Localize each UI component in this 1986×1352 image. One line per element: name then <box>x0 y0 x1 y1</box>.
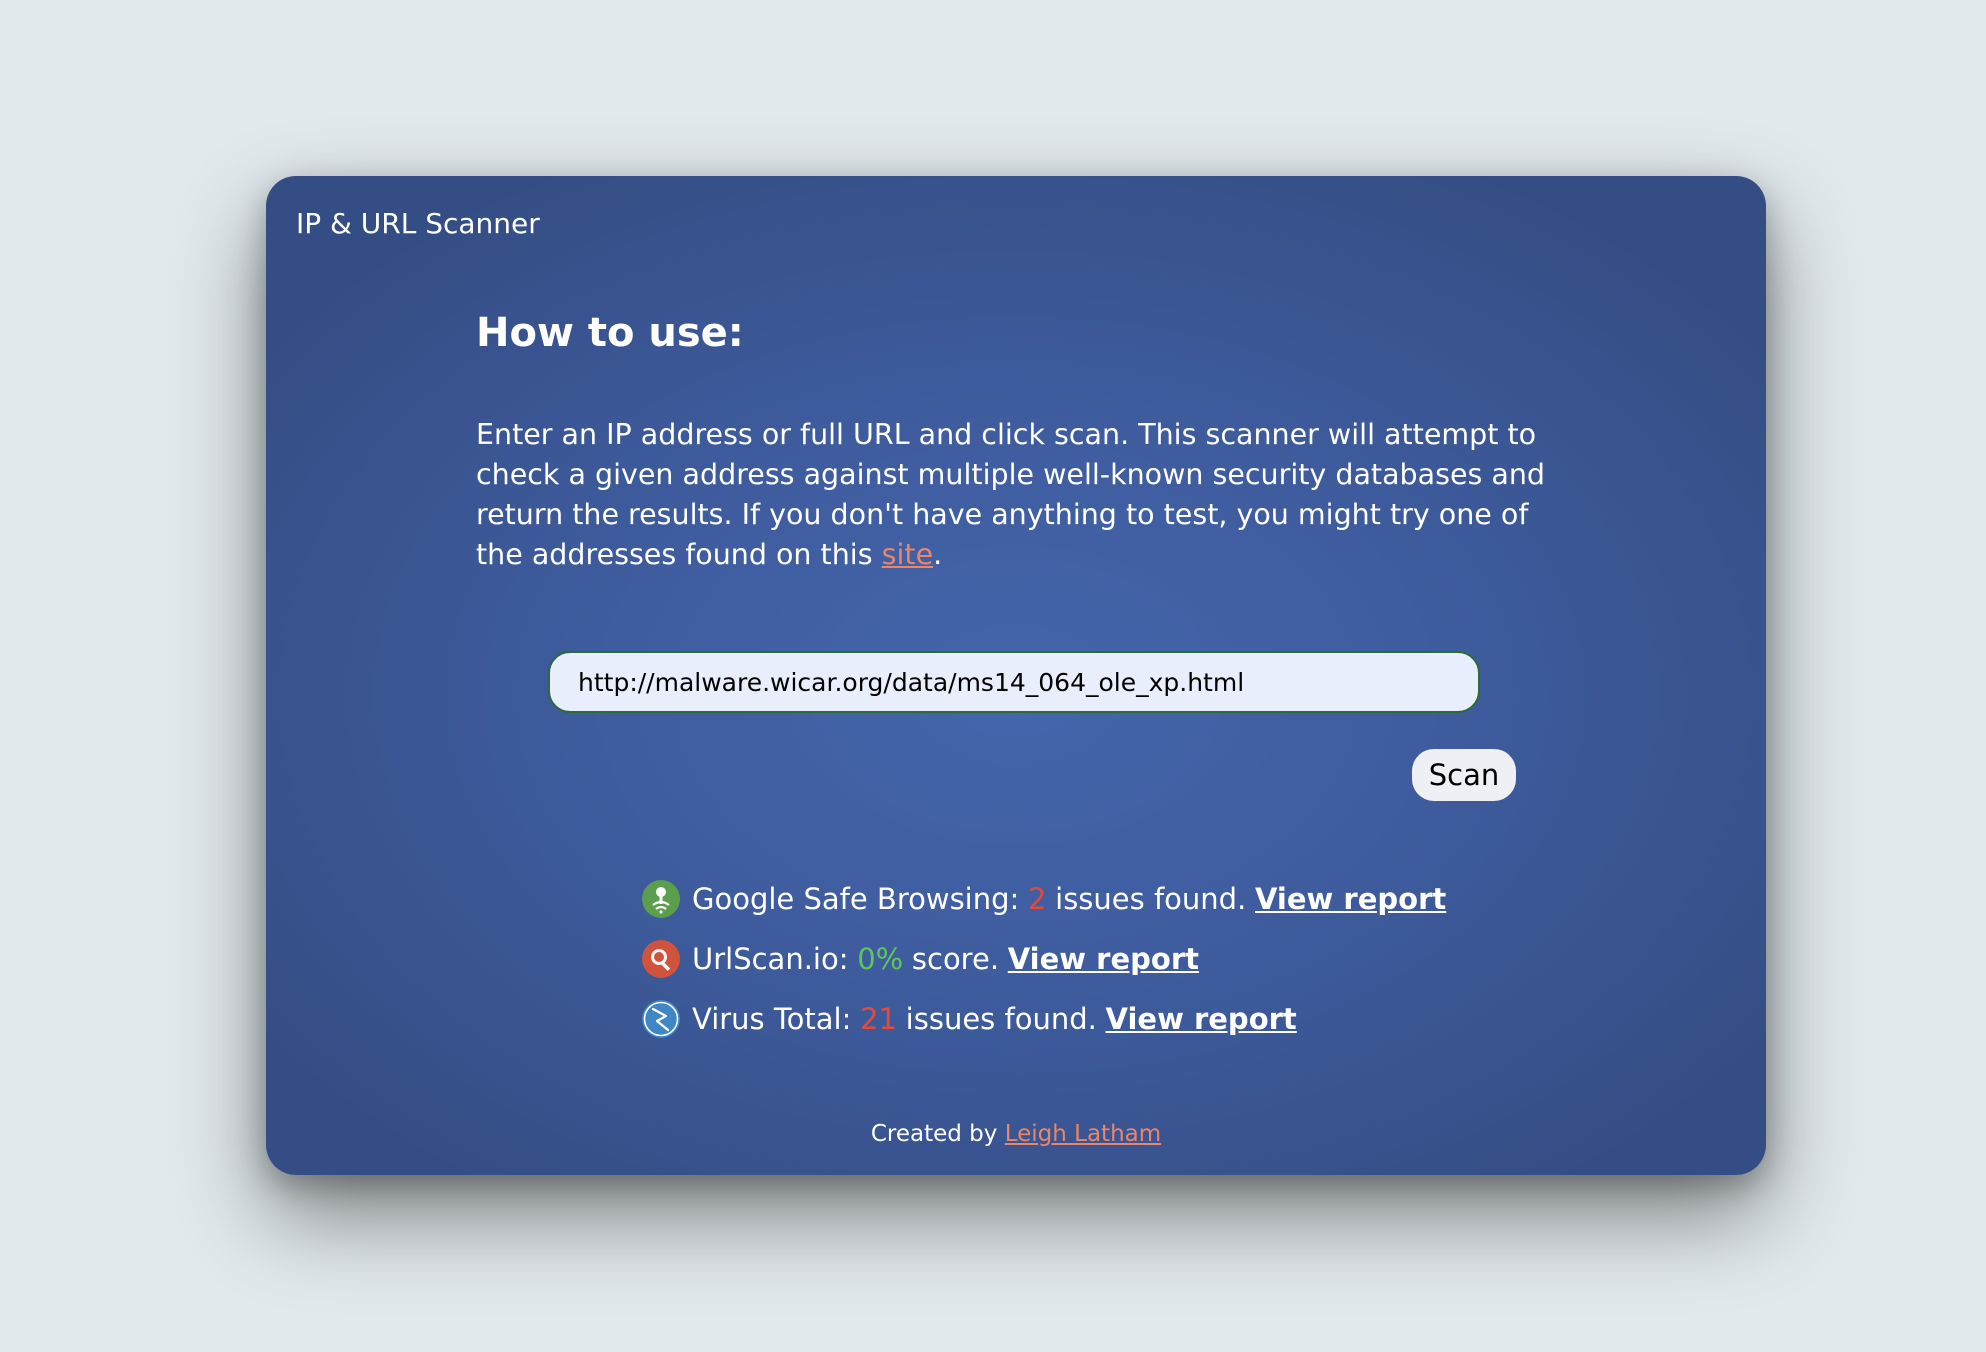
how-to-use-text: Enter an IP address or full URL and clic… <box>476 415 1566 575</box>
result-service-label: Google Safe Browsing: <box>692 882 1020 916</box>
result-issue-count: 2 <box>1028 882 1047 916</box>
how-to-use-text-body: Enter an IP address or full URL and clic… <box>476 418 1546 571</box>
site-link[interactable]: site <box>882 538 933 571</box>
how-to-use-heading: How to use: <box>476 310 744 356</box>
result-service-label: UrlScan.io: <box>692 942 849 976</box>
view-report-link-virustotal[interactable]: View report <box>1106 1002 1297 1036</box>
footer-prefix: Created by <box>870 1121 1005 1147</box>
result-service-label: Virus Total: <box>692 1002 852 1036</box>
google-safe-browsing-icon <box>641 879 681 919</box>
footer: Created by Leigh Latham <box>266 1119 1766 1149</box>
view-report-link-google[interactable]: View report <box>1255 882 1446 916</box>
url-input[interactable] <box>548 651 1480 713</box>
scanner-card: IP & URL Scanner How to use: Enter an IP… <box>266 176 1766 1175</box>
result-suffix: score. <box>911 942 1000 976</box>
result-score: 0% <box>857 942 904 976</box>
result-issue-count: 21 <box>860 1002 897 1036</box>
result-row-urlscan: UrlScan.io: 0% score. View report <box>641 936 1199 982</box>
app-title: IP & URL Scanner <box>296 207 540 240</box>
urlscan-icon <box>641 939 681 979</box>
result-row-google-safe-browsing: Google Safe Browsing: 2 issues found. View … <box>641 876 1446 922</box>
view-report-link-urlscan[interactable]: View report <box>1008 942 1199 976</box>
result-suffix: issues found. <box>905 1002 1097 1036</box>
scan-button[interactable]: Scan <box>1412 749 1516 801</box>
result-suffix: issues found. <box>1055 882 1247 916</box>
how-to-use-text-end: . <box>933 538 943 571</box>
result-row-virustotal: Virus Total: 21 issues found. View report <box>641 996 1297 1042</box>
virustotal-icon <box>641 999 681 1039</box>
author-link[interactable]: Leigh Latham <box>1005 1121 1161 1147</box>
